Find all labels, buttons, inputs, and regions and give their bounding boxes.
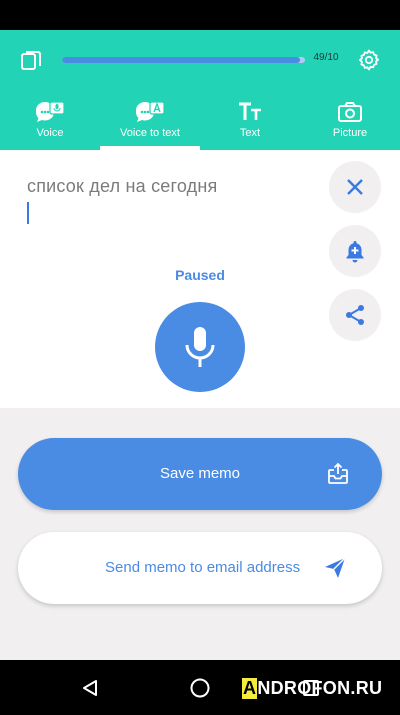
tab-picture[interactable]: Picture bbox=[300, 94, 400, 150]
memo-progress-fill bbox=[62, 57, 301, 63]
watermark-text: NDROFON.RU bbox=[257, 677, 383, 698]
folder-icon bbox=[21, 51, 41, 70]
share-icon bbox=[346, 305, 364, 325]
microphone-button[interactable] bbox=[155, 302, 245, 392]
recording-status: Paused bbox=[175, 267, 225, 283]
folder-button[interactable] bbox=[17, 47, 45, 75]
tab-voice-to-text-label: Voice to text bbox=[120, 127, 180, 139]
save-inbox-icon bbox=[328, 462, 348, 484]
tab-text[interactable]: Text bbox=[200, 94, 300, 150]
memo-text-field[interactable]: список дел на сегодня bbox=[27, 176, 217, 197]
memo-editor: список дел на сегодня Paused bbox=[0, 150, 400, 408]
mode-tabs: Voice Voice to text Text Picture bbox=[0, 94, 400, 150]
tab-voice-to-text[interactable]: Voice to text bbox=[100, 94, 200, 150]
share-button[interactable] bbox=[329, 289, 381, 341]
tab-voice[interactable]: Voice bbox=[0, 94, 100, 150]
text-icon bbox=[239, 102, 261, 120]
memo-progress-bar bbox=[62, 57, 305, 63]
save-memo-button[interactable]: Save memo bbox=[18, 438, 382, 510]
camera-icon bbox=[338, 102, 362, 122]
tab-text-label: Text bbox=[239, 127, 261, 139]
voice-icon bbox=[36, 101, 65, 122]
app-header: 49/10 Voice Voice to text Text Picture bbox=[0, 30, 400, 150]
home-button[interactable] bbox=[185, 673, 215, 703]
watermark-highlight: A bbox=[242, 677, 258, 699]
add-reminder-button[interactable] bbox=[329, 225, 381, 277]
microphone-icon bbox=[185, 327, 215, 367]
back-button[interactable] bbox=[75, 673, 105, 703]
settings-button[interactable] bbox=[354, 45, 384, 75]
close-icon bbox=[347, 179, 363, 195]
status-bar bbox=[0, 0, 400, 30]
navigation-bar: A NDROFON.RU bbox=[0, 660, 400, 715]
site-watermark: A NDROFON.RU bbox=[242, 676, 382, 700]
text-cursor bbox=[27, 202, 29, 224]
send-email-button[interactable]: Send memo to email address bbox=[18, 532, 382, 604]
back-icon bbox=[83, 680, 97, 696]
close-button[interactable] bbox=[329, 161, 381, 213]
tab-voice-label: Voice bbox=[36, 127, 64, 139]
send-email-label: Send memo to email address bbox=[105, 559, 301, 576]
voice-to-text-icon bbox=[136, 101, 165, 122]
memo-counter: 49/10 bbox=[313, 52, 339, 63]
home-icon bbox=[190, 678, 210, 698]
tab-picture-label: Picture bbox=[332, 127, 368, 139]
send-icon bbox=[325, 557, 346, 578]
gear-icon bbox=[358, 49, 380, 71]
add-alarm-icon bbox=[346, 241, 364, 263]
